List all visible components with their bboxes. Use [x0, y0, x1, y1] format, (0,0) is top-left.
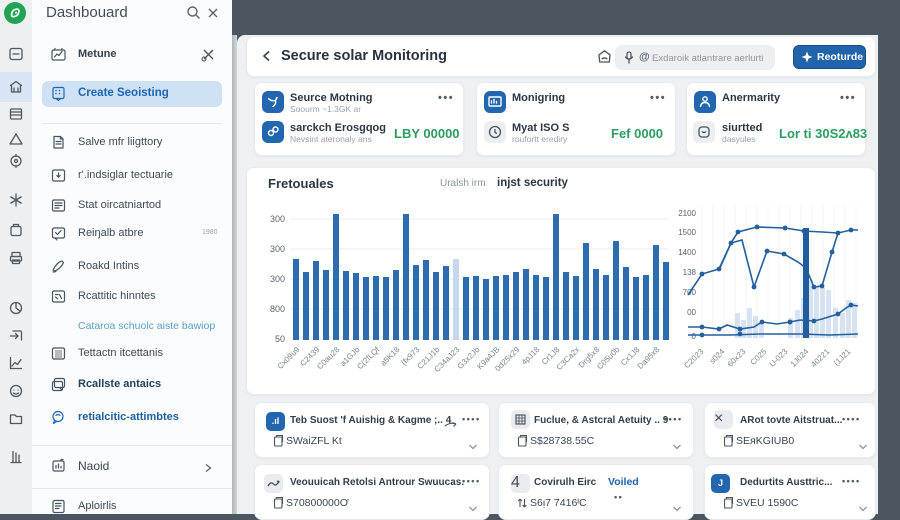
svg-text:1J024: 1J024 [789, 347, 811, 369]
svg-text:Cx09u9: Cx09u9 [276, 345, 302, 371]
svg-text:C0au28: C0au28 [315, 345, 342, 372]
svg-text:60x23: 60x23 [726, 347, 748, 369]
svg-text:50: 50 [275, 334, 285, 344]
svg-text:300: 300 [270, 214, 285, 224]
svg-text:40221: 40221 [809, 347, 831, 369]
svg-text:C05u0b: C05u0b [595, 345, 622, 372]
svg-text:1400: 1400 [678, 248, 696, 257]
svg-text:4pJ18: 4pJ18 [520, 345, 542, 367]
svg-text:U-023: U-023 [768, 347, 790, 369]
svg-text:(1J21: (1J21 [832, 347, 853, 368]
svg-text:300: 300 [270, 244, 285, 254]
svg-text:138: 138 [683, 268, 697, 277]
svg-text:300: 300 [270, 274, 285, 284]
svg-text:00: 00 [687, 308, 696, 317]
svg-text:C025: C025 [749, 347, 769, 367]
svg-text:a5K18: a5K18 [379, 345, 402, 368]
svg-text:2100: 2100 [678, 209, 696, 218]
svg-text:C2023: C2023 [682, 347, 705, 370]
svg-text:800: 800 [270, 304, 285, 314]
svg-text:1500: 1500 [678, 228, 696, 237]
svg-text:0: 0 [692, 332, 697, 341]
svg-text:C(2fLQf: C(2fLQf [355, 345, 382, 372]
svg-text:Da95x8: Da95x8 [636, 345, 662, 371]
svg-text:s024: s024 [708, 347, 727, 366]
